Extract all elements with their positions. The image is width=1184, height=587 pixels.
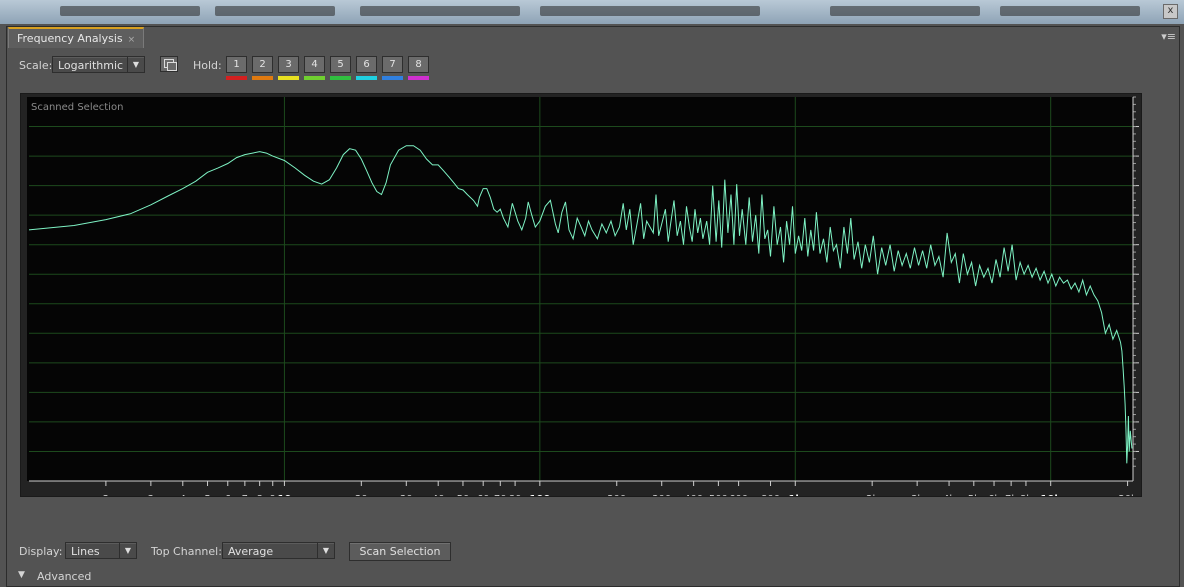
x-tick-label: 50 — [457, 494, 470, 496]
advanced-label[interactable]: Advanced — [37, 570, 91, 583]
scale-label: Scale: — [19, 59, 53, 72]
overlay-label: Scanned Selection — [31, 102, 123, 113]
hold-color-swatch — [382, 76, 403, 80]
x-tick-label: 6k — [988, 494, 1000, 496]
x-tick-label: 3 — [148, 494, 154, 496]
chevron-down-icon: ▼ — [127, 57, 144, 72]
x-tick-label: 7 — [242, 494, 248, 496]
x-tick-label: 200 — [607, 494, 626, 496]
hold-button-2[interactable]: 2 — [252, 56, 273, 81]
x-tick-label: 8 — [256, 494, 262, 496]
x-tick-label: 400 — [684, 494, 703, 496]
hold-color-swatch — [408, 76, 429, 80]
blurred-title-fragment — [540, 6, 760, 16]
panel-menu-icon[interactable]: ▾≡ — [1161, 30, 1176, 43]
blurred-title-fragment — [830, 6, 980, 16]
x-tick-label: 2 — [103, 494, 109, 496]
advanced-toggle-icon[interactable]: ▼ — [18, 570, 25, 580]
x-tick-label: 600 — [729, 494, 748, 496]
chevron-down-icon: ▼ — [119, 543, 136, 558]
x-tick-label: 5 — [204, 494, 210, 496]
hold-button-3[interactable]: 3 — [278, 56, 299, 81]
hold-color-swatch — [226, 76, 247, 80]
copy-to-clipboard-button[interactable] — [160, 56, 178, 72]
x-tick-label: 2k — [866, 494, 878, 496]
blurred-title-fragment — [360, 6, 520, 16]
hold-button-label: 5 — [330, 56, 351, 73]
hold-button-5[interactable]: 5 — [330, 56, 351, 81]
x-tick-label: 40 — [432, 494, 445, 496]
hold-button-7[interactable]: 7 — [382, 56, 403, 81]
hold-button-label: 3 — [278, 56, 299, 73]
x-tick-label: 80 — [509, 494, 522, 496]
copy-icon-front — [167, 62, 177, 71]
scale-value: Logarithmic — [58, 59, 124, 72]
window-close-button[interactable]: x — [1163, 4, 1178, 19]
hold-button-label: 2 — [252, 56, 273, 73]
x-tick-label: 3k — [911, 494, 923, 496]
x-tick-label: 30 — [400, 494, 413, 496]
top-channel-dropdown[interactable]: Average ▼ — [222, 542, 335, 559]
top-channel-value: Average — [228, 545, 274, 558]
x-tick-label: 10 — [277, 494, 291, 496]
hold-button-1[interactable]: 1 — [226, 56, 247, 81]
display-value: Lines — [71, 545, 100, 558]
hold-button-4[interactable]: 4 — [304, 56, 325, 81]
x-tick-label: 1k — [788, 494, 802, 496]
hold-color-swatch — [356, 76, 377, 80]
x-tick-label: 9 — [270, 494, 276, 496]
hold-color-swatch — [278, 76, 299, 80]
x-tick-label: 20 — [355, 494, 368, 496]
display-label: Display: — [19, 545, 63, 558]
x-tick-label: 500 — [709, 494, 728, 496]
hold-color-swatch — [304, 76, 325, 80]
hold-label: Hold: — [193, 59, 222, 72]
hold-button-label: 1 — [226, 56, 247, 73]
frequency-plot-svg: -10-20-30-40-50-60-70-80-90-100-110-120 … — [27, 96, 1139, 496]
hold-button-8[interactable]: 8 — [408, 56, 429, 81]
blurred-title-fragment — [60, 6, 200, 16]
x-tick-label: 800 — [761, 494, 780, 496]
blurred-title-fragment — [215, 6, 335, 16]
tab-title: Frequency Analysis — [17, 32, 123, 45]
x-tick-label: 7k — [1005, 494, 1017, 496]
hold-button-label: 6 — [356, 56, 377, 73]
x-tick-label: 4 — [180, 494, 186, 496]
x-tick-label: 300 — [652, 494, 671, 496]
x-tick-label: 5k — [968, 494, 980, 496]
hold-button-label: 7 — [382, 56, 403, 73]
x-tick-label: 6 — [225, 494, 231, 496]
x-tick-label: 20k — [1118, 494, 1137, 496]
hold-color-swatch — [330, 76, 351, 80]
hold-button-6[interactable]: 6 — [356, 56, 377, 81]
plot-area — [27, 97, 1133, 481]
x-tick-label: 70 — [494, 494, 507, 496]
x-tick-label: 8k — [1020, 494, 1032, 496]
blurred-title-fragment — [1000, 6, 1140, 16]
top-channel-label: Top Channel: — [151, 545, 222, 558]
hold-button-label: 8 — [408, 56, 429, 73]
window-titlebar: x — [0, 0, 1184, 24]
tab-frequency-analysis[interactable]: Frequency Analysis × — [8, 27, 145, 48]
display-dropdown[interactable]: Lines ▼ — [65, 542, 137, 559]
chevron-down-icon: ▼ — [317, 543, 334, 558]
tab-close-icon[interactable]: × — [128, 35, 136, 45]
scan-selection-button[interactable]: Scan Selection — [349, 542, 451, 561]
hold-color-swatch — [252, 76, 273, 80]
frequency-plot[interactable]: -10-20-30-40-50-60-70-80-90-100-110-120 … — [20, 93, 1142, 497]
x-tick-label: 60 — [477, 494, 490, 496]
x-tick-label: 100 — [529, 494, 550, 496]
hold-button-label: 4 — [304, 56, 325, 73]
x-tick-label: 10k — [1040, 494, 1061, 496]
scale-dropdown[interactable]: Logarithmic ▼ — [52, 56, 145, 73]
x-tick-label: 4k — [943, 494, 955, 496]
